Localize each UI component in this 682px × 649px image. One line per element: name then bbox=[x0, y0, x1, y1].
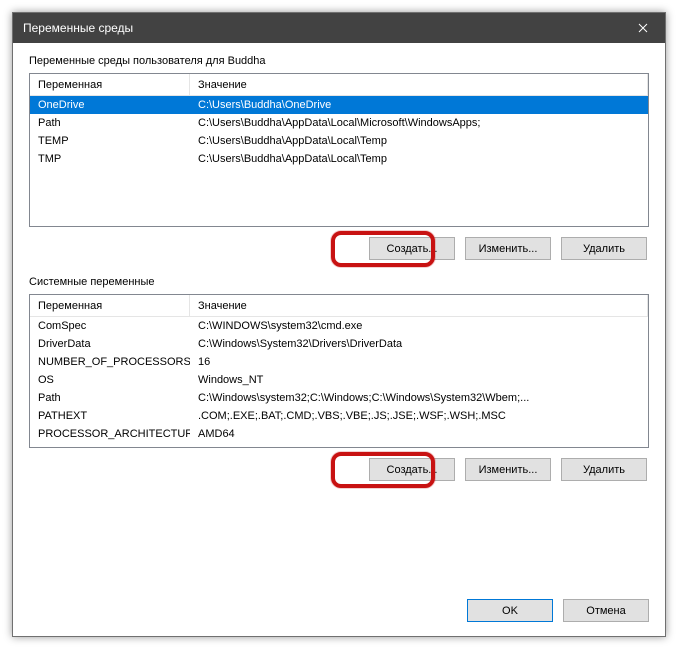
user-delete-button[interactable]: Удалить bbox=[561, 237, 647, 260]
user-vars-label: Переменные среды пользователя для Buddha bbox=[29, 55, 649, 67]
close-icon bbox=[638, 23, 648, 33]
table-row[interactable]: OSWindows_NT bbox=[30, 371, 648, 389]
table-row[interactable]: TMPC:\Users\Buddha\AppData\Local\Temp bbox=[30, 150, 648, 168]
user-table-header: Переменная Значение bbox=[30, 74, 648, 96]
table-row[interactable]: PROCESSOR_ARCHITECTUREAMD64 bbox=[30, 425, 648, 443]
table-row[interactable]: PATHEXT.COM;.EXE;.BAT;.CMD;.VBS;.VBE;.JS… bbox=[30, 407, 648, 425]
cell-value: C:\Users\Buddha\OneDrive bbox=[190, 98, 648, 112]
user-vars-group: Переменные среды пользователя для Buddha… bbox=[29, 55, 649, 260]
cell-value: C:\WINDOWS\system32\cmd.exe bbox=[190, 319, 648, 333]
cell-name: NUMBER_OF_PROCESSORS bbox=[30, 355, 190, 369]
table-row[interactable]: ComSpecC:\WINDOWS\system32\cmd.exe bbox=[30, 317, 648, 335]
ok-button[interactable]: OK bbox=[467, 599, 553, 622]
user-buttons-row: Создать... Изменить... Удалить bbox=[29, 237, 649, 260]
cell-name: PROCESSOR_ARCHITECTURE bbox=[30, 427, 190, 441]
cell-value: .COM;.EXE;.BAT;.CMD;.VBS;.VBE;.JS;.JSE;.… bbox=[190, 409, 648, 423]
cell-name: OneDrive bbox=[30, 98, 190, 112]
system-vars-group: Системные переменные Переменная Значение… bbox=[29, 276, 649, 481]
col-header-name[interactable]: Переменная bbox=[30, 295, 190, 316]
table-row[interactable]: PathC:\Windows\system32;C:\Windows;C:\Wi… bbox=[30, 389, 648, 407]
user-edit-button[interactable]: Изменить... bbox=[465, 237, 551, 260]
cell-value: 16 bbox=[190, 355, 648, 369]
cell-name: DriverData bbox=[30, 337, 190, 351]
close-button[interactable] bbox=[620, 13, 665, 43]
user-create-button[interactable]: Создать... bbox=[369, 237, 455, 260]
cell-value: C:\Users\Buddha\AppData\Local\Temp bbox=[190, 134, 648, 148]
cell-value: C:\Windows\system32;C:\Windows;C:\Window… bbox=[190, 391, 648, 405]
cell-name: Path bbox=[30, 116, 190, 130]
env-vars-dialog: Переменные среды Переменные среды пользо… bbox=[12, 12, 666, 637]
cell-name: OS bbox=[30, 373, 190, 387]
table-row[interactable]: PathC:\Users\Buddha\AppData\Local\Micros… bbox=[30, 114, 648, 132]
system-vars-table[interactable]: Переменная Значение ComSpecC:\WINDOWS\sy… bbox=[29, 294, 649, 448]
table-row[interactable]: TEMPC:\Users\Buddha\AppData\Local\Temp bbox=[30, 132, 648, 150]
cell-value: AMD64 bbox=[190, 427, 648, 441]
cell-name: ComSpec bbox=[30, 319, 190, 333]
user-vars-table[interactable]: Переменная Значение OneDriveC:\Users\Bud… bbox=[29, 73, 649, 227]
window-title: Переменные среды bbox=[23, 21, 133, 35]
system-table-header: Переменная Значение bbox=[30, 295, 648, 317]
titlebar: Переменные среды bbox=[13, 13, 665, 43]
table-row[interactable]: NUMBER_OF_PROCESSORS16 bbox=[30, 353, 648, 371]
system-buttons-row: Создать... Изменить... Удалить bbox=[29, 458, 649, 481]
system-create-button[interactable]: Создать... bbox=[369, 458, 455, 481]
cell-name: PATHEXT bbox=[30, 409, 190, 423]
cell-name: TEMP bbox=[30, 134, 190, 148]
col-header-name[interactable]: Переменная bbox=[30, 74, 190, 95]
cell-name: TMP bbox=[30, 152, 190, 166]
system-edit-button[interactable]: Изменить... bbox=[465, 458, 551, 481]
dialog-footer: OK Отмена bbox=[29, 589, 649, 622]
dialog-body: Переменные среды пользователя для Buddha… bbox=[13, 43, 665, 636]
cell-value: Windows_NT bbox=[190, 373, 648, 387]
table-row[interactable]: DriverDataC:\Windows\System32\Drivers\Dr… bbox=[30, 335, 648, 353]
cell-value: C:\Users\Buddha\AppData\Local\Temp bbox=[190, 152, 648, 166]
system-vars-label: Системные переменные bbox=[29, 276, 649, 288]
system-delete-button[interactable]: Удалить bbox=[561, 458, 647, 481]
col-header-value[interactable]: Значение bbox=[190, 295, 648, 316]
table-row[interactable]: OneDriveC:\Users\Buddha\OneDrive bbox=[30, 96, 648, 114]
col-header-value[interactable]: Значение bbox=[190, 74, 648, 95]
cell-value: C:\Users\Buddha\AppData\Local\Microsoft\… bbox=[190, 116, 648, 130]
cell-name: Path bbox=[30, 391, 190, 405]
cancel-button[interactable]: Отмена bbox=[563, 599, 649, 622]
cell-value: C:\Windows\System32\Drivers\DriverData bbox=[190, 337, 648, 351]
